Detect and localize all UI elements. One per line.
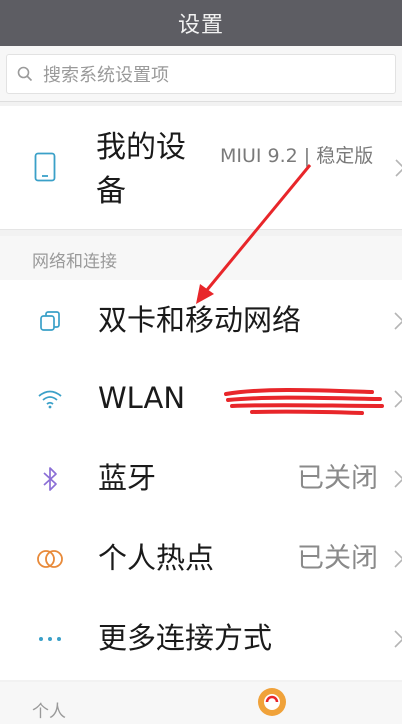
annotation-arrow bbox=[196, 164, 312, 304]
search-input[interactable]: 搜索系统设置项 bbox=[6, 54, 396, 94]
chevron-right-icon bbox=[394, 311, 402, 334]
bluetooth-icon bbox=[36, 465, 64, 493]
page-title: 设置 bbox=[177, 13, 224, 38]
chevron-right-icon bbox=[394, 469, 402, 492]
list-item-label: 个人热点 bbox=[98, 541, 215, 575]
chevron-right-icon bbox=[394, 630, 402, 652]
list-item-label: 蓝牙 bbox=[98, 461, 157, 495]
hotspot-status: 已关闭 bbox=[297, 543, 378, 574]
title-bar: 设置 bbox=[0, 0, 402, 46]
list-item-hotspot[interactable]: 个人热点 已关闭 bbox=[0, 518, 402, 599]
watermark-logo bbox=[256, 682, 396, 720]
list-item-bluetooth[interactable]: 蓝牙 已关闭 bbox=[0, 438, 402, 519]
chevron-right-icon bbox=[394, 549, 402, 572]
search-placeholder: 搜索系统设置项 bbox=[43, 65, 169, 86]
list-item-label: WLAN bbox=[98, 381, 186, 415]
phone-icon bbox=[34, 152, 56, 186]
hotspot-icon bbox=[36, 545, 64, 573]
more-dots-icon bbox=[36, 625, 64, 653]
section-title: 个人 bbox=[32, 702, 66, 722]
section-title: 网络和连接 bbox=[32, 252, 117, 272]
list-item-more-connections[interactable]: 更多连接方式 bbox=[0, 598, 402, 680]
redaction-scribble bbox=[224, 388, 384, 415]
bluetooth-status: 已关闭 bbox=[297, 463, 378, 494]
search-icon bbox=[7, 66, 43, 82]
chevron-right-icon bbox=[394, 389, 402, 412]
dual-sim-icon bbox=[36, 307, 64, 335]
chevron-right-icon bbox=[395, 158, 402, 181]
list-item-label: 更多连接方式 bbox=[98, 621, 273, 655]
wifi-icon bbox=[36, 385, 64, 413]
search-area: 搜索系统设置项 bbox=[0, 46, 402, 102]
